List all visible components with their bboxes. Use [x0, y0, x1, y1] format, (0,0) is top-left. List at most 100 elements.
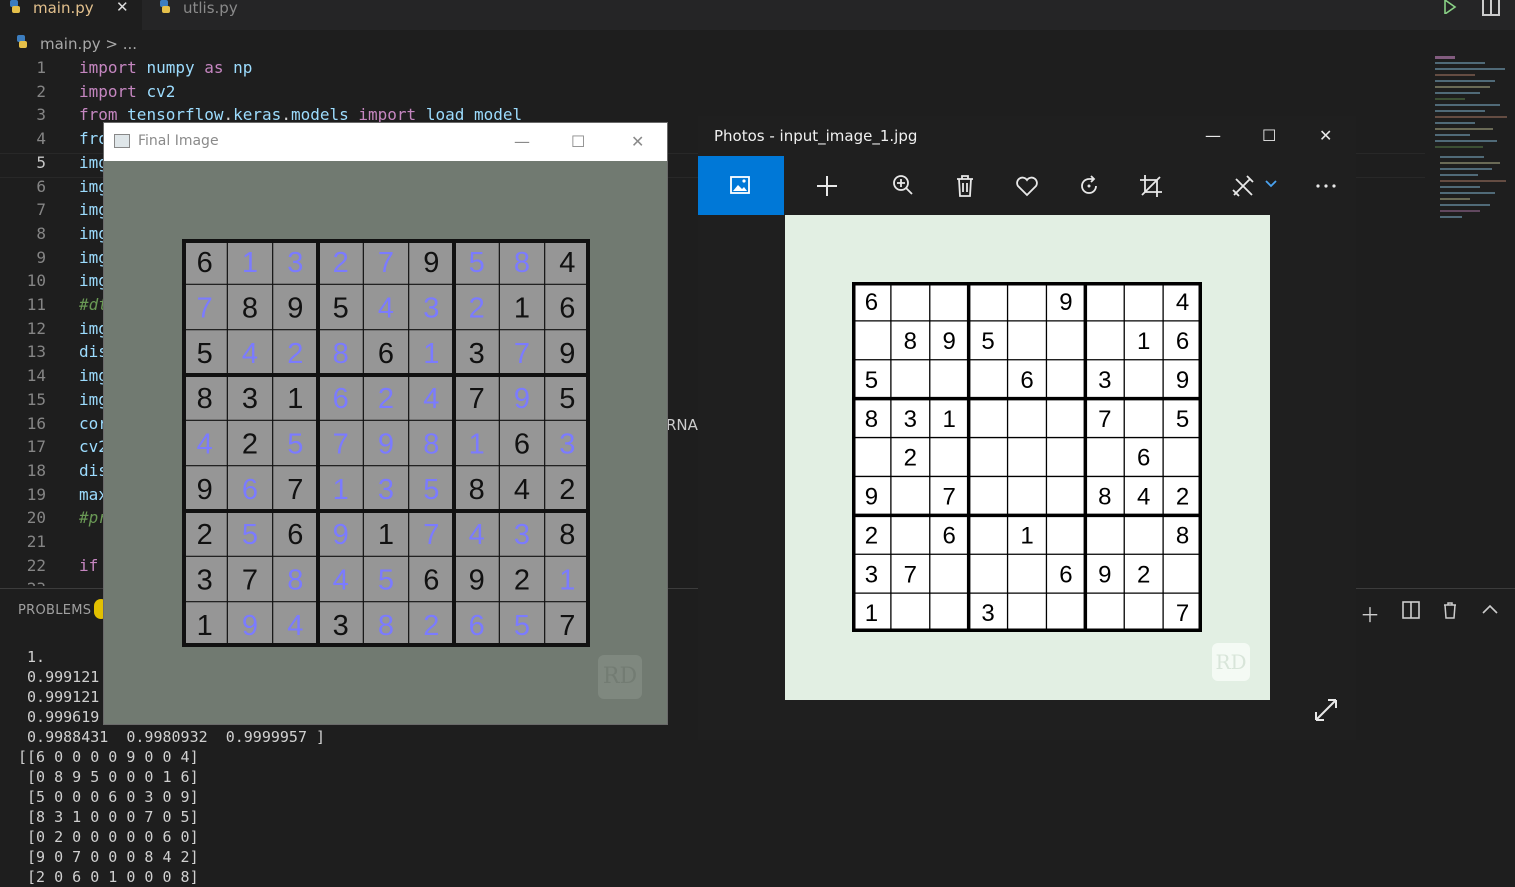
solved-digit: 2 [287, 338, 303, 370]
given-digit: 5 [559, 383, 575, 415]
minimap[interactable] [1432, 56, 1515, 226]
rotate-icon[interactable] [1074, 171, 1104, 201]
chevron-down-icon[interactable] [1263, 176, 1279, 192]
app-icon [114, 134, 130, 148]
solved-digit: 1 [242, 247, 258, 279]
given-digit: 7 [287, 474, 303, 506]
given-digit: 1 [287, 383, 303, 415]
line-number: 5 [36, 152, 46, 172]
line-number: 22 [26, 555, 46, 575]
window-title: Final Image [138, 133, 219, 149]
terminal-output-line: 1. [18, 648, 46, 666]
solved-digit: 8 [378, 610, 394, 642]
code-line[interactable]: 1 import numpy as np [0, 56, 1425, 79]
solved-digit: 6 [242, 474, 258, 506]
given-digit: 5 [333, 292, 349, 324]
solved-digit: 9 [333, 519, 349, 551]
split-terminal-icon[interactable] [1402, 601, 1420, 619]
chevron-up-icon[interactable] [1482, 603, 1498, 615]
line-number: 9 [36, 247, 46, 267]
solved-digit: 5 [378, 564, 394, 596]
terminal-tab-truncated[interactable]: RNAI [666, 416, 702, 434]
line-number: 21 [26, 532, 46, 551]
given-digit: 6 [943, 522, 956, 549]
expand-icon[interactable] [1312, 696, 1340, 724]
given-digit: 3 [333, 610, 349, 642]
maximize-button[interactable]: ☐ [1262, 126, 1276, 145]
rd-watermark: RD [1212, 643, 1250, 681]
solved-digit: 5 [242, 519, 258, 551]
solved-digit: 6 [469, 610, 485, 642]
code-line[interactable]: 2 import cv2 [0, 80, 1425, 103]
minimize-button[interactable]: — [514, 132, 530, 151]
tab-label: main.py [33, 0, 94, 17]
solved-digit: 3 [559, 428, 575, 460]
solved-digit: 6 [333, 383, 349, 415]
edit-icon[interactable] [1228, 171, 1258, 201]
photo-image: 694895165639831752697842261837692137 RD [785, 215, 1270, 700]
tab-utlis-py[interactable]: utlis.py [150, 0, 290, 30]
trash-icon[interactable] [1442, 601, 1458, 619]
solved-digit: 7 [423, 519, 439, 551]
new-terminal-icon[interactable]: ＋ [1360, 599, 1380, 628]
solved-digit: 4 [423, 383, 439, 415]
given-digit: 6 [197, 247, 213, 279]
given-digit: 7 [559, 610, 575, 642]
view-image-button[interactable] [698, 156, 784, 215]
given-digit: 2 [904, 445, 917, 472]
maximize-button[interactable]: ☐ [571, 132, 585, 151]
solved-digit: 1 [469, 428, 485, 460]
given-digit: 6 [559, 292, 575, 324]
given-digit: 4 [1176, 289, 1189, 316]
close-icon[interactable]: ✕ [116, 0, 129, 16]
close-button[interactable]: ✕ [631, 132, 644, 151]
favorite-icon[interactable] [1012, 171, 1042, 201]
tab-label: utlis.py [183, 0, 238, 17]
given-digit: 3 [469, 338, 485, 370]
solved-digit: 9 [242, 610, 258, 642]
code-text: import numpy as np [79, 58, 253, 77]
given-digit: 1 [197, 610, 213, 642]
run-icon[interactable] [1443, 0, 1457, 14]
line-number: 11 [26, 295, 46, 314]
line-number: 14 [26, 366, 46, 386]
given-digit: 3 [904, 406, 917, 433]
solved-digit: 9 [514, 383, 530, 415]
tab-problems[interactable]: PROBLEMS [18, 603, 91, 618]
given-digit: 7 [242, 564, 258, 596]
given-digit: 4 [559, 247, 575, 279]
terminal-output-line: [8 3 1 0 0 0 7 0 5] [18, 808, 199, 826]
given-digit: 4 [1137, 484, 1150, 511]
window-titlebar[interactable]: Final Image — ☐ ✕ [104, 123, 667, 161]
solved-digit: 2 [469, 292, 485, 324]
breadcrumb-text[interactable]: main.py > ... [40, 35, 137, 53]
given-digit: 8 [197, 383, 213, 415]
crop-icon[interactable] [1136, 171, 1166, 201]
line-number: 19 [26, 484, 46, 504]
add-icon[interactable] [812, 171, 842, 201]
more-icon[interactable] [1311, 171, 1341, 201]
solved-digit: 4 [287, 610, 303, 642]
line-number: 7 [36, 200, 46, 220]
minimize-button[interactable]: — [1205, 126, 1221, 145]
tab-main-py[interactable]: main.py ✕ [0, 0, 142, 30]
given-digit: 8 [865, 406, 878, 433]
given-digit: 1 [865, 600, 878, 627]
zoom-in-icon[interactable] [888, 171, 918, 201]
line-number: 6 [36, 176, 46, 196]
given-digit: 1 [943, 406, 956, 433]
given-digit: 6 [378, 338, 394, 370]
close-button[interactable]: ✕ [1319, 126, 1332, 145]
given-digit: 6 [865, 289, 878, 316]
given-digit: 9 [1059, 289, 1072, 316]
given-digit: 1 [1137, 328, 1150, 355]
given-digit: 8 [1176, 522, 1189, 549]
given-digit: 7 [1176, 600, 1189, 627]
solved-digit: 2 [423, 610, 439, 642]
delete-icon[interactable] [950, 171, 980, 201]
split-editor-icon[interactable] [1482, 0, 1500, 16]
code-text: import cv2 [79, 81, 176, 101]
line-number: 10 [26, 271, 46, 291]
solved-digit: 3 [378, 474, 394, 506]
given-digit: 9 [1098, 561, 1111, 588]
